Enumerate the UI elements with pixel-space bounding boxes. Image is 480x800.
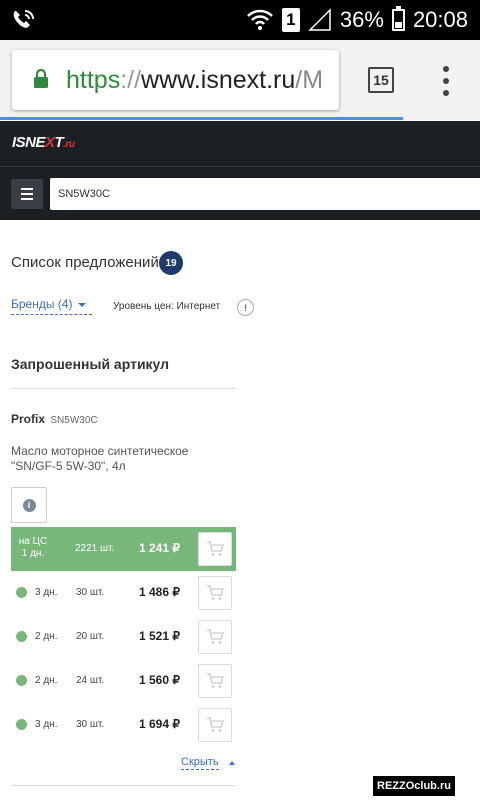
availability-dot-icon xyxy=(16,587,27,598)
cart-icon xyxy=(207,585,224,600)
url-scheme: https xyxy=(66,66,121,94)
offer-days: 2 дн. xyxy=(35,675,58,686)
brands-filter-label: Бренды (4) xyxy=(11,297,73,311)
status-bar: 1 36% 20:08 xyxy=(0,0,480,40)
offer-price: 1 560 ₽ xyxy=(139,673,180,687)
logo-domain: .ru xyxy=(63,139,75,150)
availability-dot-icon xyxy=(16,675,27,686)
offer-qty: 30 шт. xyxy=(76,587,105,598)
caret-down-icon xyxy=(78,302,87,307)
battery-percent: 36% xyxy=(339,7,384,32)
offer-qty: 2221 шт. xyxy=(75,543,115,554)
description-line-1: Масло моторное синтетическое xyxy=(11,444,189,458)
cart-icon xyxy=(207,673,224,688)
offer-row: на ЦС 1 дн. 2221 шт. 1 241 ₽ xyxy=(11,527,236,571)
site-logo[interactable]: ISNEXT.ru xyxy=(12,134,75,151)
cart-icon xyxy=(207,541,224,556)
offer-row: 3 дн. 30 шт. 1 694 ₽ xyxy=(11,703,236,747)
product-article: SN5W30C xyxy=(50,415,98,426)
availability-dot-icon xyxy=(16,719,27,730)
add-to-cart-button[interactable] xyxy=(198,708,232,742)
phone-wifi-icon xyxy=(13,10,34,28)
url-path: /M xyxy=(295,66,324,94)
availability-dot-icon xyxy=(16,631,27,642)
caret-up-icon xyxy=(229,761,235,765)
offer-days: 3 дн. xyxy=(35,719,58,730)
page-load-progress xyxy=(0,117,404,120)
offer-price: 1 521 ₽ xyxy=(139,629,180,643)
offer-days: 1 дн. xyxy=(21,548,45,559)
main-content: Список предложений 19 Бренды (4) Уровень… xyxy=(0,220,480,800)
offer-qty: 24 шт. xyxy=(76,675,105,686)
status-icons: 1 36% 20:08 xyxy=(246,6,468,34)
overflow-menu-icon[interactable] xyxy=(436,66,456,96)
offer-row: 3 дн. 30 шт. 1 486 ₽ xyxy=(11,571,236,615)
logo-suffix: T xyxy=(54,134,64,151)
logo-x: X xyxy=(45,134,55,151)
product-brand-line: Profix SN5W30C xyxy=(11,412,98,426)
offer-price: 1 486 ₽ xyxy=(139,585,180,599)
offer-price: 1 241 ₽ xyxy=(139,541,180,555)
logo-prefix: ISNE xyxy=(12,134,46,151)
hide-offers-link[interactable]: Скрыть xyxy=(181,756,219,770)
offer-location-name: на ЦС xyxy=(18,536,48,547)
search-row xyxy=(0,166,480,220)
add-to-cart-button[interactable] xyxy=(198,664,232,698)
lock-icon xyxy=(34,69,48,88)
address-bar[interactable]: https://www.isnext.ru/M xyxy=(12,50,339,110)
battery-icon xyxy=(391,6,405,31)
hamburger-menu-icon[interactable] xyxy=(11,179,43,209)
offer-days: 3 дн. xyxy=(35,587,58,598)
sim-icon: 1 xyxy=(281,8,300,32)
offer-days: 2 дн. xyxy=(35,631,58,642)
product-description: Масло моторное синтетическое "SN/GF-5 5W… xyxy=(11,444,241,474)
url-text: https://www.isnext.ru/M xyxy=(66,66,323,95)
offers-count-badge: 19 xyxy=(159,251,183,275)
product-info-button[interactable]: i xyxy=(11,487,47,523)
search-input[interactable] xyxy=(50,178,480,210)
add-to-cart-button[interactable] xyxy=(198,576,232,610)
description-line-2: "SN/GF-5 5W-30", 4л xyxy=(11,459,126,473)
clock: 20:08 xyxy=(412,7,468,32)
cart-icon xyxy=(207,717,224,732)
info-icon: i xyxy=(22,498,36,512)
watermark: REZZOclub.ru xyxy=(373,776,455,796)
url-separator: :// xyxy=(120,66,142,94)
divider xyxy=(11,785,236,786)
signal-icon xyxy=(308,8,331,31)
requested-title: Запрошенный артикул xyxy=(11,356,170,372)
offer-row: 2 дн. 24 шт. 1 560 ₽ xyxy=(11,659,236,703)
offer-price: 1 694 ₽ xyxy=(139,717,180,731)
offer-qty: 30 шт. xyxy=(76,719,105,730)
add-to-cart-button[interactable] xyxy=(198,532,232,566)
offers-title: Список предложений xyxy=(11,254,159,271)
cart-icon xyxy=(207,629,224,644)
tab-switcher-button[interactable]: 15 xyxy=(368,67,394,93)
browser-toolbar: https://www.isnext.ru/M 15 xyxy=(0,40,480,120)
add-to-cart-button[interactable] xyxy=(198,620,232,654)
price-level-info-icon[interactable]: ! xyxy=(237,299,254,316)
offer-row: 2 дн. 20 шт. 1 521 ₽ xyxy=(11,615,236,659)
wifi-icon xyxy=(247,9,273,30)
site-header: ISNEXT.ru xyxy=(0,121,480,166)
price-level: Уровень цен: Интернет xyxy=(113,301,221,312)
offer-location: на ЦС 1 дн. xyxy=(15,536,51,560)
url-host: www.isnext.ru xyxy=(141,66,296,94)
product-brand: Profix xyxy=(11,412,46,426)
divider xyxy=(11,388,236,389)
offer-qty: 20 шт. xyxy=(76,631,105,642)
brands-filter[interactable]: Бренды (4) xyxy=(11,297,92,315)
